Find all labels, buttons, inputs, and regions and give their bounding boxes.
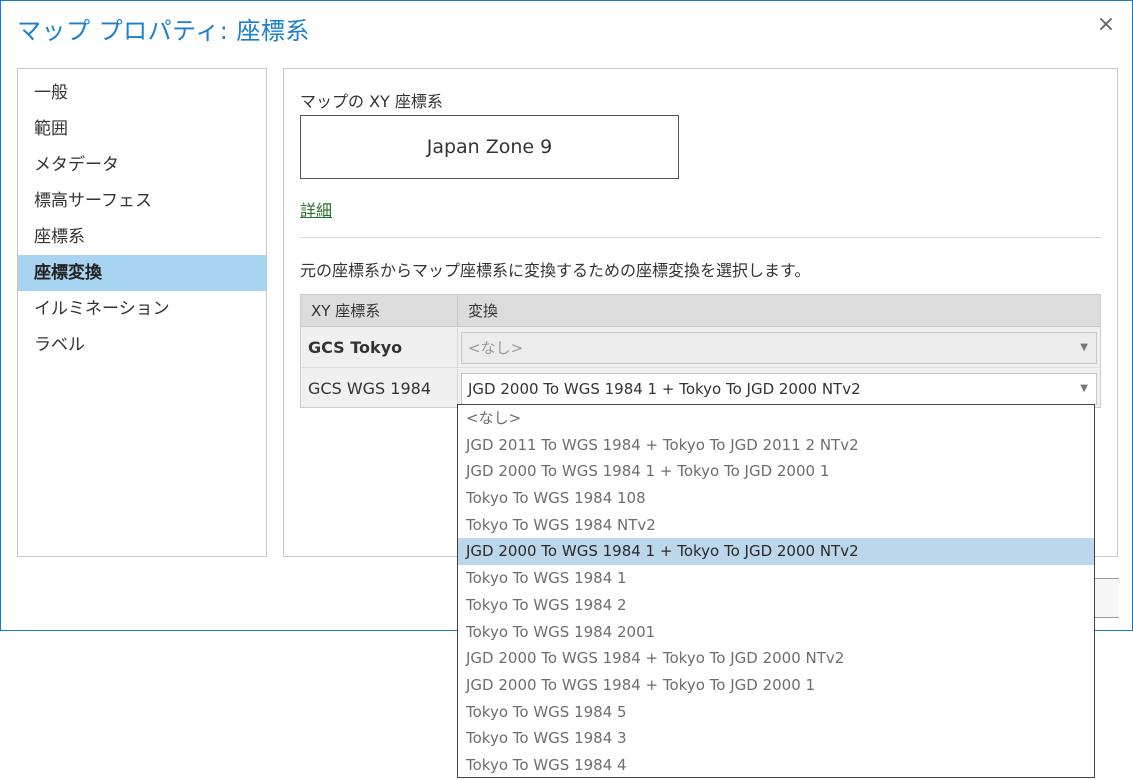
list-item[interactable]: Tokyo To WGS 1984 108: [458, 485, 1094, 512]
instruction-text: 元の座標系からマップ座標系に変換するための座標変換を選択します。: [300, 261, 811, 280]
nav-item-metadata[interactable]: メタデータ: [18, 147, 266, 183]
details-link[interactable]: 詳細: [300, 197, 332, 221]
nav-item-transformation[interactable]: 座標変換: [18, 255, 266, 291]
list-item[interactable]: JGD 2011 To WGS 1984 + Tokyo To JGD 2011…: [458, 432, 1094, 459]
chevron-down-icon[interactable]: ▼: [1080, 374, 1088, 404]
current-coordinate-system: Japan Zone 9: [300, 115, 679, 179]
transformation-options-list: <なし> JGD 2011 To WGS 1984 + Tokyo To JGD…: [457, 404, 1095, 778]
header-transformation[interactable]: 変換: [458, 295, 1100, 327]
table-row: GCS Tokyo <なし> ▼: [301, 328, 1100, 368]
list-item[interactable]: Tokyo To WGS 1984 2001: [458, 619, 1094, 646]
transformation-dropdown-wgs1984[interactable]: JGD 2000 To WGS 1984 1 + Tokyo To JGD 20…: [461, 373, 1097, 405]
list-item[interactable]: JGD 2000 To WGS 1984 1 + Tokyo To JGD 20…: [458, 458, 1094, 485]
close-icon[interactable]: ×: [1094, 13, 1118, 37]
nav-panel: 一般 範囲 メタデータ 標高サーフェス 座標系 座標変換 イルミネーション ラベ…: [17, 68, 267, 557]
nav-item-extent[interactable]: 範囲: [18, 111, 266, 147]
transformation-grid: XY 座標系 変換 GCS Tokyo <なし> ▼ GCS WGS 1984 …: [300, 294, 1101, 409]
list-item[interactable]: <なし>: [458, 405, 1094, 432]
list-item[interactable]: Tokyo To WGS 1984 4: [458, 752, 1094, 777]
nav-item-elevation-surface[interactable]: 標高サーフェス: [18, 183, 266, 219]
transformation-dropdown-tokyo: <なし> ▼: [461, 332, 1097, 364]
list-item[interactable]: Tokyo To WGS 1984 3: [458, 725, 1094, 752]
list-item[interactable]: Tokyo To WGS 1984 2: [458, 592, 1094, 619]
list-item-highlighted[interactable]: JGD 2000 To WGS 1984 1 + Tokyo To JGD 20…: [458, 538, 1094, 566]
row-label-gcs-wgs1984: GCS WGS 1984: [301, 369, 458, 409]
list-item[interactable]: Tokyo To WGS 1984 1: [458, 565, 1094, 592]
table-row: GCS WGS 1984 JGD 2000 To WGS 1984 1 + To…: [301, 369, 1100, 409]
nav-item-labels[interactable]: ラベル: [18, 327, 266, 363]
chevron-down-icon: ▼: [1080, 342, 1088, 353]
nav-item-coordinate-system[interactable]: 座標系: [18, 219, 266, 255]
row-label-gcs-tokyo: GCS Tokyo: [301, 328, 458, 368]
divider: [300, 237, 1101, 238]
list-item[interactable]: JGD 2000 To WGS 1984 + Tokyo To JGD 2000…: [458, 645, 1094, 672]
header-xy-cs[interactable]: XY 座標系: [301, 295, 458, 327]
xy-cs-label: マップの XY 座標系: [300, 92, 443, 111]
grid-header: XY 座標系 変換: [301, 295, 1100, 327]
list-item[interactable]: Tokyo To WGS 1984 5: [458, 699, 1094, 726]
list-item[interactable]: Tokyo To WGS 1984 NTv2: [458, 512, 1094, 539]
nav-item-general[interactable]: 一般: [18, 75, 266, 111]
dialog-title: マップ プロパティ: 座標系: [17, 17, 310, 45]
nav-item-illumination[interactable]: イルミネーション: [18, 291, 266, 327]
dropdown-value: <なし>: [468, 339, 524, 357]
dropdown-value: JGD 2000 To WGS 1984 1 + Tokyo To JGD 20…: [468, 380, 861, 398]
list-item[interactable]: JGD 2000 To WGS 1984 + Tokyo To JGD 2000…: [458, 672, 1094, 699]
